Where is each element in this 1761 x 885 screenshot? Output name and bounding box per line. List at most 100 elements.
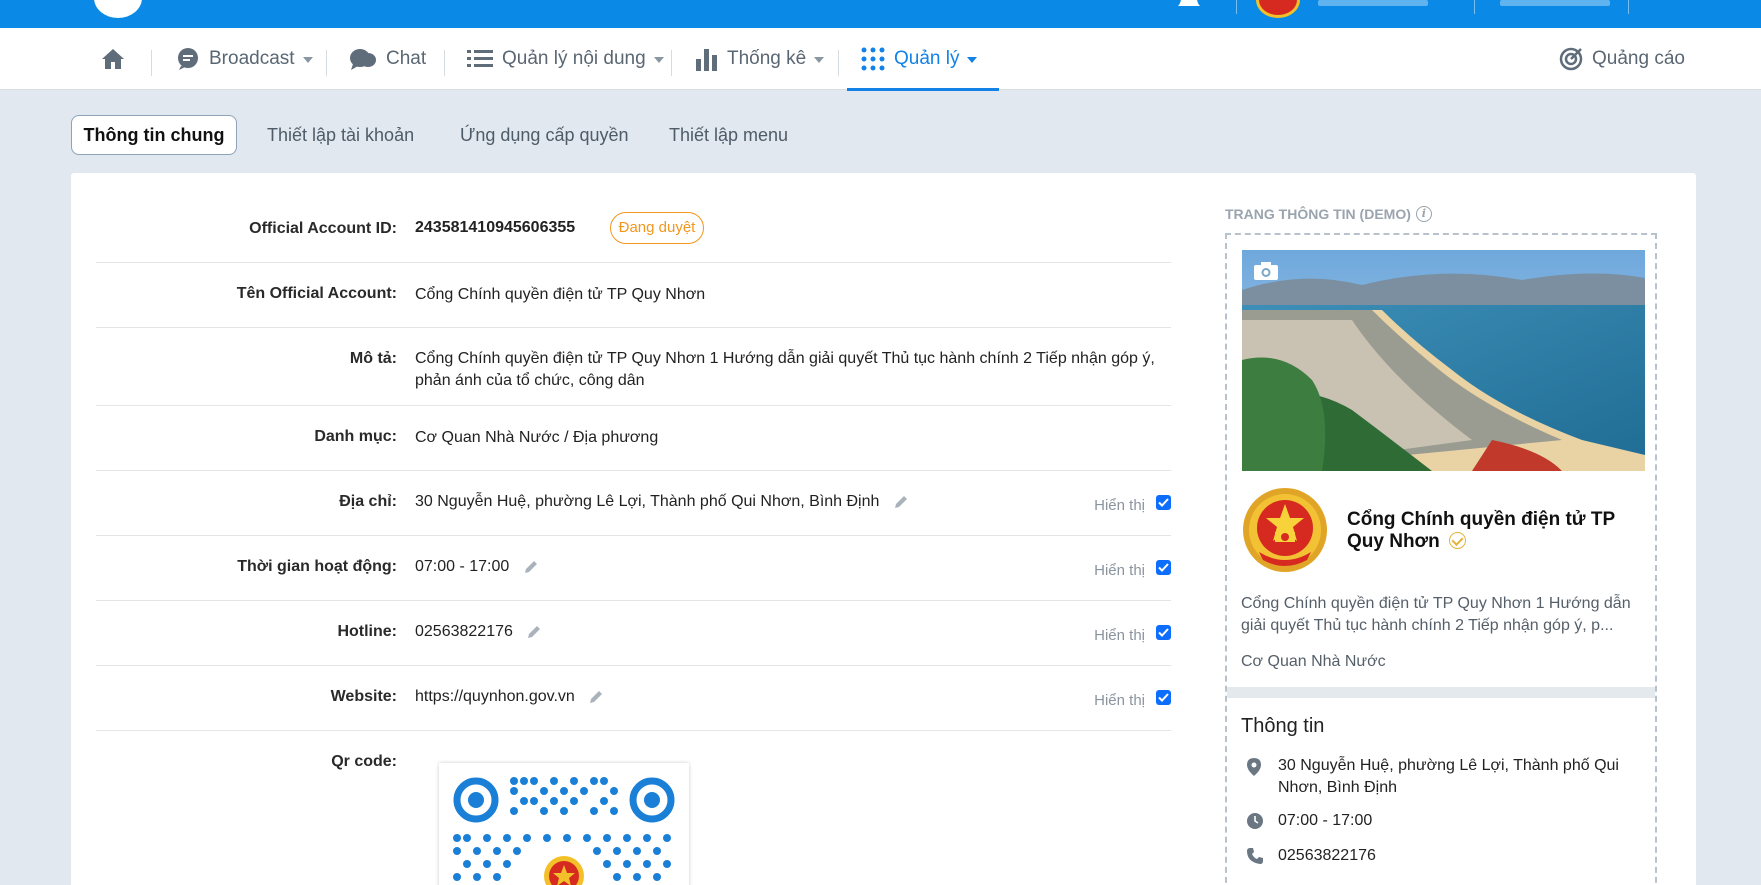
topbar-divider	[1628, 0, 1629, 14]
demo-description: Cổng Chính quyền điện tử TP Quy Nhơn 1 H…	[1241, 595, 1631, 634]
nav-chat[interactable]: Chat	[349, 28, 426, 90]
demo-info-title: Thông tin	[1241, 715, 1325, 737]
nav-content[interactable]: Quản lý nội dung	[467, 28, 664, 90]
topbar-divider	[1474, 0, 1475, 14]
chevron-down-icon	[967, 57, 978, 63]
tab-general[interactable]: Thông tin chung	[71, 115, 237, 155]
hotline-label: Hotline:	[337, 623, 397, 640]
address-text: 30 Nguyễn Huệ, phường Lê Lợi, Thành phố …	[415, 493, 880, 510]
qr-label: Qr code:	[331, 753, 397, 770]
bell-icon[interactable]	[1176, 0, 1202, 10]
demo-preview: Cổng Chính quyền điện tử TP Quy Nhơn Cổn…	[1225, 233, 1657, 885]
address-value: 30 Nguyễn Huệ, phường Lê Lợi, Thành phố …	[415, 491, 908, 513]
nav-ads[interactable]: Quảng cáo	[1559, 28, 1685, 90]
row-website: Website: https://quynhon.gov.vn Hiển thị	[96, 666, 1171, 731]
hotline-text: 02563822176	[415, 623, 513, 640]
demo-hotline: 02563822176	[1278, 847, 1376, 864]
target-icon	[1559, 47, 1583, 71]
oa-name-value: Cổng Chính quyền điện tử TP Quy Nhơn	[415, 286, 706, 303]
tab-account-settings[interactable]: Thiết lập tài khoản	[267, 115, 414, 155]
show-hours-checkbox[interactable]	[1156, 560, 1171, 575]
oa-name-label: Tên Official Account:	[236, 285, 397, 302]
hours-value: 07:00 - 17:00	[415, 556, 538, 578]
chevron-down-icon	[653, 57, 664, 63]
category-label: Danh mục:	[314, 428, 397, 445]
nav-stats-label: Thống kê	[727, 48, 807, 69]
grid-icon	[861, 47, 885, 71]
chevron-down-icon	[814, 57, 825, 63]
hours-label: Thời gian hoạt động:	[237, 558, 397, 575]
pencil-icon[interactable]	[527, 625, 541, 639]
nav-broadcast[interactable]: Broadcast	[176, 28, 313, 90]
top-bar	[0, 0, 1761, 28]
show-label: Hiển thị	[1094, 562, 1145, 579]
account-menu-text[interactable]	[1500, 0, 1610, 6]
hours-text: 07:00 - 17:00	[415, 558, 510, 575]
demo-oa-name: Cổng Chính quyền điện tử TP Quy Nhơn	[1347, 509, 1637, 553]
app-logo[interactable]	[94, 0, 142, 18]
nav-manage[interactable]: Quản lý	[846, 28, 1001, 91]
demo-title: TRANG THÔNG TIN (DEMO) i	[1225, 206, 1432, 222]
pencil-icon[interactable]	[524, 560, 538, 574]
demo-oa-name-text: Cổng Chính quyền điện tử TP Quy Nhơn	[1347, 509, 1615, 552]
tab-authorized-apps[interactable]: Ứng dụng cấp quyền	[460, 115, 629, 155]
avatar[interactable]	[1256, 0, 1300, 18]
cover-landscape-image	[1242, 250, 1645, 471]
nav-content-label: Quản lý nội dung	[502, 48, 646, 69]
check-icon	[1158, 628, 1169, 637]
demo-hours: 07:00 - 17:00	[1278, 812, 1373, 829]
row-category: Danh mục: Cơ Quan Nhà Nước / Địa phương	[96, 406, 1171, 471]
verified-icon	[1448, 532, 1466, 550]
website-label: Website:	[330, 688, 397, 705]
nav-divider	[326, 50, 327, 76]
pencil-icon[interactable]	[589, 690, 603, 704]
nav-chat-label: Chat	[386, 48, 427, 69]
nav-divider	[838, 50, 839, 76]
tab-menu-settings[interactable]: Thiết lập menu	[669, 115, 788, 155]
qr-code[interactable]	[439, 763, 689, 885]
website-value: https://quynhon.gov.vn	[415, 686, 603, 708]
hotline-value: 02563822176	[415, 621, 541, 643]
oa-id-text: 243581410945606355	[415, 219, 576, 237]
location-pin-icon	[1247, 758, 1261, 776]
show-website-checkbox[interactable]	[1156, 690, 1171, 705]
nav-divider	[671, 50, 672, 76]
nav-divider	[151, 50, 152, 76]
row-oa-name: Tên Official Account: Cổng Chính quyền đ…	[96, 263, 1171, 328]
show-label: Hiển thị	[1094, 627, 1145, 644]
camera-icon[interactable]	[1254, 262, 1278, 280]
show-hotline-checkbox[interactable]	[1156, 625, 1171, 640]
check-icon	[1158, 693, 1169, 702]
oa-id-label: Official Account ID:	[249, 220, 397, 237]
description-label: Mô tả:	[349, 350, 397, 367]
status-badge: Đang duyệt	[609, 212, 705, 244]
check-icon	[1158, 498, 1169, 507]
nav-manage-label: Quản lý	[894, 48, 960, 69]
clock-icon	[1247, 813, 1263, 829]
list-icon	[467, 50, 493, 67]
account-name-text[interactable]	[1318, 0, 1428, 6]
cover-photo[interactable]	[1242, 250, 1645, 471]
demo-address: 30 Nguyễn Huệ, phường Lê Lợi, Thành phố …	[1278, 757, 1619, 796]
pencil-icon[interactable]	[894, 495, 908, 509]
bar-chart-icon	[696, 49, 717, 71]
nav-home[interactable]	[101, 28, 125, 90]
address-label: Địa chỉ:	[339, 493, 397, 510]
description-value: Cổng Chính quyền điện tử TP Quy Nhơn 1 H…	[415, 350, 1155, 389]
qr-code-image	[453, 777, 675, 885]
check-icon	[1158, 563, 1169, 572]
info-icon[interactable]: i	[1415, 206, 1432, 222]
topbar-divider	[1236, 0, 1237, 14]
demo-category: Cơ Quan Nhà Nước	[1241, 653, 1386, 670]
nav-divider	[444, 50, 445, 76]
row-oa-id: Official Account ID: 243581410945606355 …	[96, 198, 1171, 263]
show-label: Hiển thị	[1094, 692, 1145, 709]
chat-icon	[350, 49, 376, 70]
oa-id-value: 243581410945606355 Đang duyệt	[415, 212, 705, 244]
show-address-checkbox[interactable]	[1156, 495, 1171, 510]
show-label: Hiển thị	[1094, 497, 1145, 514]
nav-broadcast-label: Broadcast	[209, 48, 295, 69]
nav-stats[interactable]: Thống kê	[696, 28, 825, 90]
row-hotline: Hotline: 02563822176 Hiển thị	[96, 601, 1171, 666]
chevron-down-icon	[302, 57, 313, 63]
